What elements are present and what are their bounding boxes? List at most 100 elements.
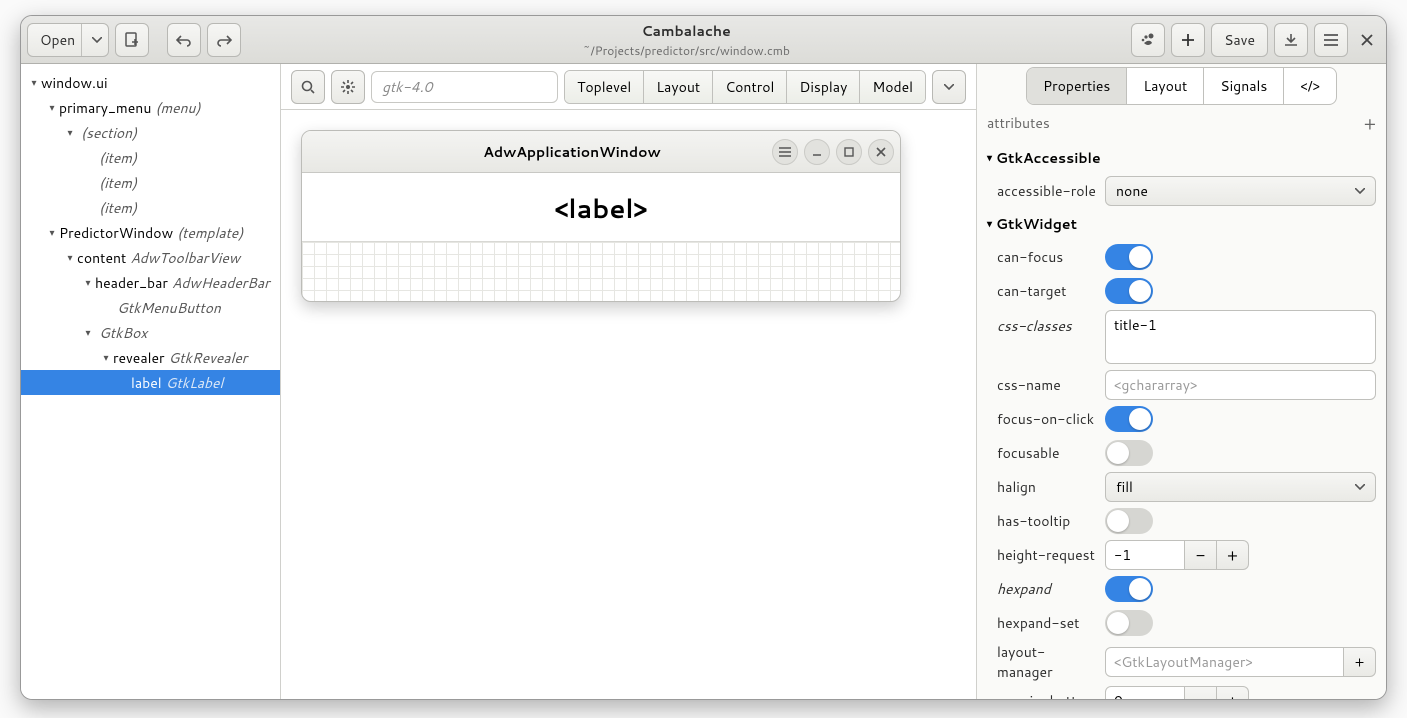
preview-close-icon[interactable] xyxy=(868,139,894,165)
tree-row[interactable]: ▾header_barAdwHeaderBar xyxy=(21,270,280,295)
twisty-icon: ▾ xyxy=(81,326,95,340)
segment-toplevel[interactable]: Toplevel xyxy=(565,71,644,103)
redo-button[interactable] xyxy=(207,23,241,57)
spin-minus[interactable]: − xyxy=(1185,686,1217,699)
tree-row[interactable]: ▾(section) xyxy=(21,120,280,145)
tree-root-label: window.ui xyxy=(41,73,108,93)
preview-headerbar: AdwApplicationWindow xyxy=(302,131,900,173)
section-gtkaccessible[interactable]: ▾GtkAccessible xyxy=(987,142,1376,174)
tree-item-type: GtkRevealer xyxy=(169,348,248,368)
add-button[interactable] xyxy=(1171,23,1205,57)
twisty-icon: ▾ xyxy=(27,76,41,90)
section-gtkwidget[interactable]: ▾GtkWidget xyxy=(987,208,1376,240)
tree-item-name: label xyxy=(131,373,162,393)
toggle-hexpand-set[interactable] xyxy=(1105,610,1153,636)
add-attribute-button[interactable]: + xyxy=(1364,110,1376,136)
undo-button[interactable] xyxy=(167,23,201,57)
toggle-can-focus[interactable] xyxy=(1105,244,1153,270)
tree-row[interactable]: labelGtkLabel xyxy=(21,370,280,395)
spin-value[interactable]: -1 xyxy=(1105,540,1185,570)
segment-layout[interactable]: Layout xyxy=(644,71,713,103)
toggle-hexpand[interactable] xyxy=(1105,576,1153,602)
menu-button[interactable] xyxy=(1314,23,1348,57)
title-block: Cambalache ~/Projects/predictor/src/wind… xyxy=(247,21,1125,59)
hamburger-icon[interactable] xyxy=(772,139,798,165)
properties-list: attributes + ▾GtkAccessible accessible-r… xyxy=(977,108,1386,699)
toggle-focusable[interactable] xyxy=(1105,440,1153,466)
add-layout-manager-button[interactable]: + xyxy=(1344,647,1376,677)
search-button[interactable] xyxy=(291,70,325,104)
label-focus-on-click: focus-on-click xyxy=(987,409,1097,429)
label-can-target: can-target xyxy=(987,281,1097,301)
export-button[interactable] xyxy=(1274,23,1308,57)
label-margin-bottom: margin-bottom xyxy=(987,691,1097,699)
chevron-down-icon xyxy=(1355,188,1365,194)
tree-item-type: AdwHeaderBar xyxy=(172,273,270,293)
properties-pane: PropertiesLayoutSignals</> attributes + … xyxy=(976,64,1386,699)
toggle-can-target[interactable] xyxy=(1105,278,1153,304)
tab-signals[interactable]: Signals xyxy=(1204,68,1284,104)
spin-minus[interactable]: − xyxy=(1185,540,1217,570)
label-css-classes: css-classes xyxy=(987,310,1097,336)
tree-row[interactable]: ▾PredictorWindow(template) xyxy=(21,220,280,245)
minimize-icon[interactable] xyxy=(804,139,830,165)
segment-control[interactable]: Control xyxy=(713,71,787,103)
input-css-name[interactable]: <gchararray> xyxy=(1105,370,1376,400)
attributes-header: attributes xyxy=(987,113,1050,133)
label-can-focus: can-focus xyxy=(987,247,1097,267)
type-filter-input[interactable]: gtk-4.0 xyxy=(371,71,558,103)
tree-row[interactable]: (item) xyxy=(21,145,280,170)
tab-codecodecode[interactable]: </> xyxy=(1284,68,1336,104)
tab-layout[interactable]: Layout xyxy=(1127,68,1204,104)
close-button[interactable] xyxy=(1354,27,1380,53)
open-button[interactable]: Open xyxy=(27,23,109,57)
tree-row[interactable]: ▾primary_menu(menu) xyxy=(21,95,280,120)
label-focusable: focusable xyxy=(987,443,1097,463)
tree-item-type: GtkLabel xyxy=(166,373,224,393)
label-halign: halign xyxy=(987,477,1097,497)
toggle-has-tooltip[interactable] xyxy=(1105,508,1153,534)
tree-row[interactable]: (item) xyxy=(21,170,280,195)
tree-item-type: GtkMenuButton xyxy=(117,298,221,318)
segment-display[interactable]: Display xyxy=(787,71,860,103)
tree-sidebar: ▾ window.ui ▾primary_menu(menu)▾(section… xyxy=(21,64,281,699)
spin-value[interactable]: 0 xyxy=(1105,686,1185,699)
accessible-role-combo[interactable]: none xyxy=(1105,176,1376,206)
twisty-icon: ▾ xyxy=(45,226,59,240)
segment-model[interactable]: Model xyxy=(860,71,925,103)
preview-placeholder-grid xyxy=(302,241,900,301)
toggle-focus-on-click[interactable] xyxy=(1105,406,1153,432)
tree-item-type: (item) xyxy=(99,173,137,193)
gnome-icon-button[interactable] xyxy=(1131,23,1165,57)
tab-properties[interactable]: Properties xyxy=(1027,68,1127,104)
settings-button[interactable] xyxy=(331,70,365,104)
new-document-button[interactable] xyxy=(115,23,149,57)
tree-root[interactable]: ▾ window.ui xyxy=(21,70,280,95)
preview-label: <label> xyxy=(302,173,900,241)
tree-item-name: content xyxy=(77,248,126,268)
spin-plus[interactable]: + xyxy=(1217,686,1249,699)
combo-halign[interactable]: fill xyxy=(1105,472,1376,502)
tree-row[interactable]: ▾contentAdwToolbarView xyxy=(21,245,280,270)
chevron-down-icon[interactable] xyxy=(81,24,102,56)
spin-plus[interactable]: + xyxy=(1217,540,1249,570)
canvas[interactable]: AdwApplicationWindow <label> xyxy=(281,110,976,699)
tree-row[interactable]: ▾revealerGtkRevealer xyxy=(21,345,280,370)
preview-window: AdwApplicationWindow <label> xyxy=(301,130,901,302)
tree-row[interactable]: ▾GtkBox xyxy=(21,320,280,345)
input-layout-manager[interactable]: <GtkLayoutManager> xyxy=(1105,647,1344,677)
label-has-tooltip: has-tooltip xyxy=(987,511,1097,531)
save-button[interactable]: Save xyxy=(1211,23,1268,57)
more-categories-button[interactable] xyxy=(932,70,966,104)
input-css-classes[interactable]: title-1 xyxy=(1105,310,1376,364)
tree-item-type: (template) xyxy=(177,223,243,243)
tree-item-name: primary_menu xyxy=(59,98,151,118)
twisty-icon: ▾ xyxy=(99,351,113,365)
maximize-icon[interactable] xyxy=(836,139,862,165)
label-hexpand: hexpand xyxy=(987,579,1097,599)
tree-row[interactable]: (item) xyxy=(21,195,280,220)
label-layout-manager: layout-manager xyxy=(987,642,1097,682)
tree-row[interactable]: GtkMenuButton xyxy=(21,295,280,320)
body: ▾ window.ui ▾primary_menu(menu)▾(section… xyxy=(21,64,1386,699)
twisty-icon: ▾ xyxy=(63,126,77,140)
